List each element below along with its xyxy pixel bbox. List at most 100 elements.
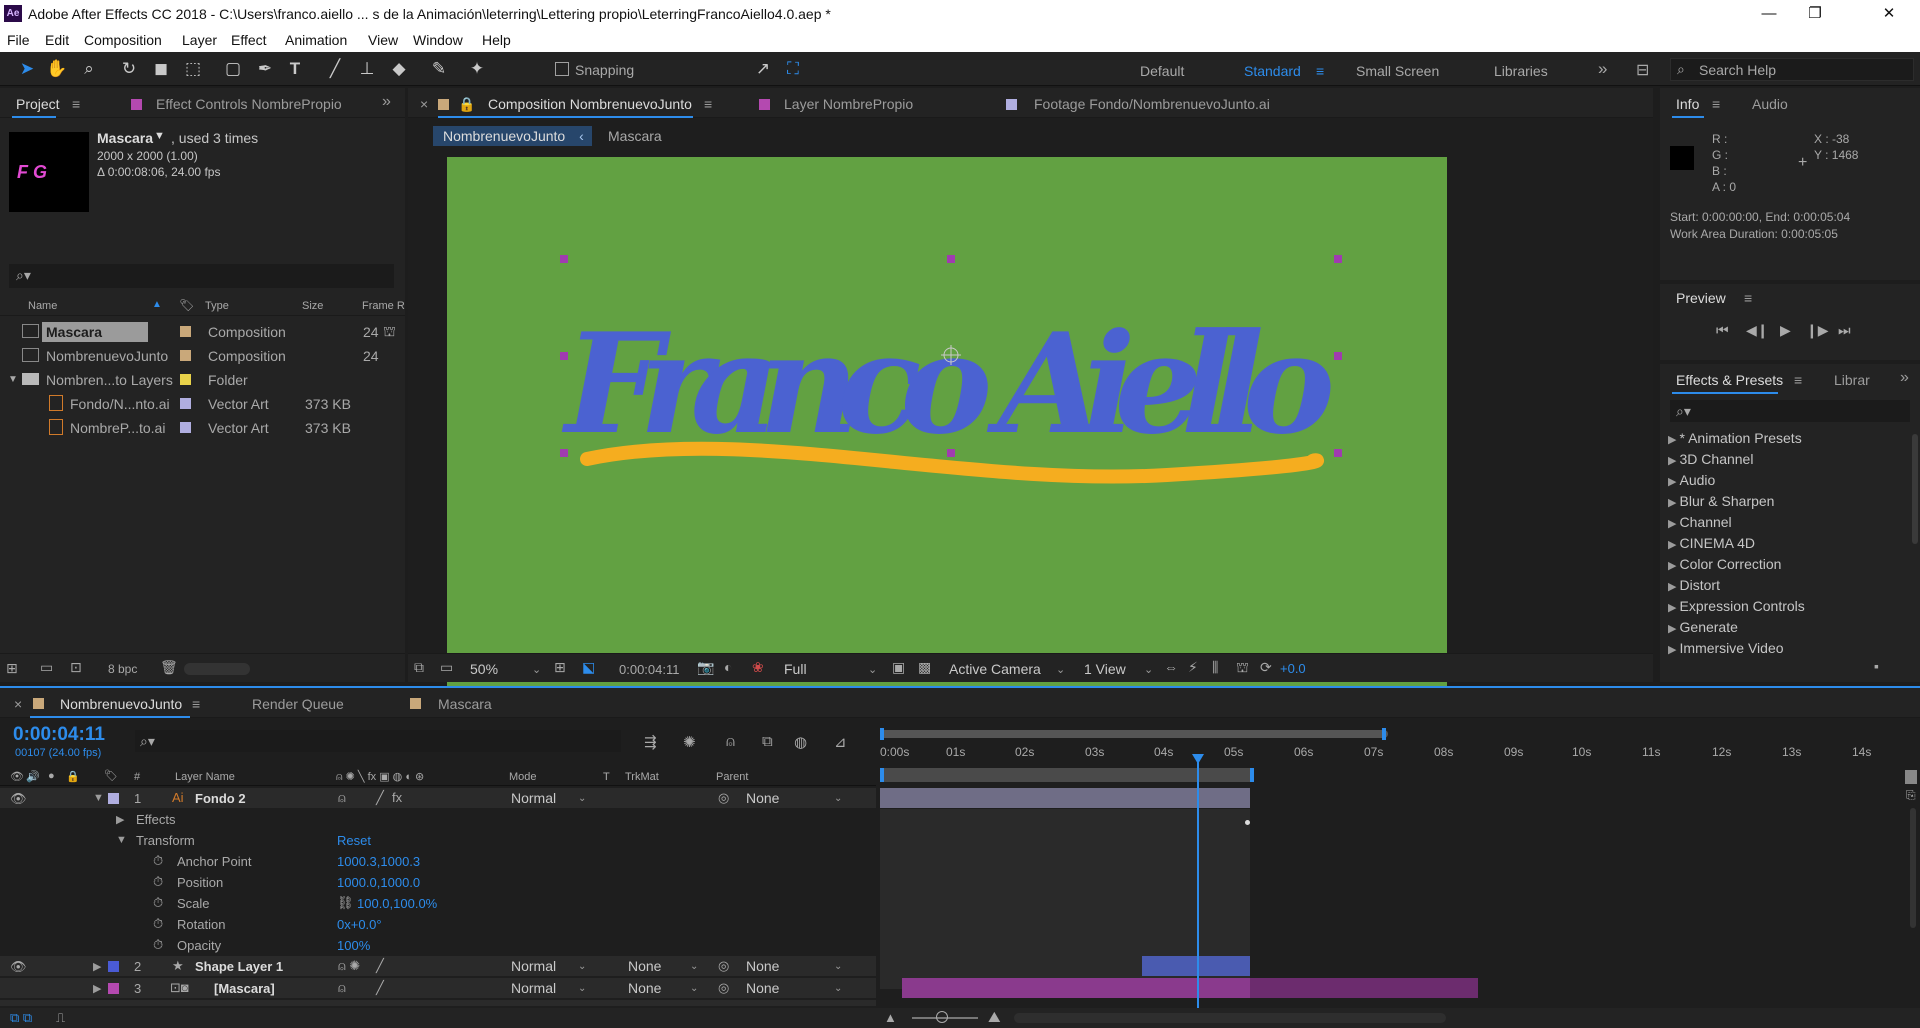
effects-category[interactable]: ▶ Immersive Video (1668, 640, 1784, 656)
layer-trkmat-select[interactable]: None (628, 980, 661, 998)
workspace-edit-icon[interactable]: ⊟ (1636, 60, 1649, 80)
pickwhip-icon[interactable]: ◎ (718, 790, 729, 806)
menu-layer[interactable]: Layer (182, 32, 217, 48)
interpret-footage-icon[interactable]: ⊞ (6, 660, 18, 677)
menu-animation[interactable]: Animation (285, 32, 347, 48)
breadcrumb-item[interactable]: Mascara (608, 128, 662, 144)
transform-group-row[interactable]: ▼ Transform Reset (0, 830, 876, 850)
layer-label-swatch[interactable] (108, 793, 119, 804)
tab-effect-controls[interactable]: Effect Controls NombrePropio (156, 96, 342, 112)
transform-expand-icon[interactable]: ▼ (116, 834, 127, 846)
navigator-end-handle[interactable] (1382, 728, 1386, 740)
stopwatch-icon[interactable]: ⏱ (153, 916, 163, 932)
previous-frame-icon[interactable]: ◀❙ (1746, 322, 1769, 339)
parent-dropdown-icon[interactable]: ⌄ (834, 961, 842, 972)
workspace-standard[interactable]: Standard (1244, 63, 1301, 79)
transfer-controls-toggle-icon[interactable]: ⎍ (56, 1010, 65, 1026)
trkmat-dropdown-icon[interactable]: ⌄ (690, 961, 698, 972)
menu-file[interactable]: File (7, 32, 30, 48)
menu-effect[interactable]: Effect (231, 32, 267, 48)
comp-mini-flowchart-icon[interactable]: ⇶ (644, 733, 657, 751)
new-folder-icon[interactable]: ▭ (40, 659, 53, 676)
snap-options-icon[interactable]: ↗ (752, 58, 774, 80)
graph-editor-icon[interactable]: ⊿ (834, 733, 847, 751)
workspace-libraries[interactable]: Libraries (1494, 63, 1548, 79)
project-panel-menu-icon[interactable]: ≡ (72, 96, 80, 112)
breadcrumb-active[interactable]: NombrenuevoJunto ‹ (433, 126, 592, 146)
workspace-menu-icon[interactable]: ≡ (1316, 63, 1324, 79)
property-value[interactable]: 1000.0,1000.0 (337, 875, 420, 890)
layer-label-swatch[interactable] (108, 961, 119, 972)
layer-expand-icon[interactable]: ▶ (93, 960, 101, 973)
tab-project[interactable]: Project (16, 96, 60, 112)
project-scrollbar[interactable] (184, 663, 250, 675)
pan-behind-tool-icon[interactable]: ⬚ (182, 58, 204, 80)
type-tool-icon[interactable]: T (284, 58, 306, 80)
layer-name[interactable]: Shape Layer 1 (195, 959, 283, 974)
camera-tool-icon[interactable]: ◼ (150, 58, 172, 80)
snap-target-icon[interactable]: ⛶ (782, 58, 804, 80)
pen-tool-icon[interactable]: ✒ (254, 58, 276, 80)
navigator-start-handle[interactable] (880, 728, 884, 740)
column-type[interactable]: Type (205, 300, 229, 312)
always-preview-icon[interactable]: ⧉ (414, 659, 424, 676)
layer-mode-select[interactable]: Normal (511, 958, 556, 976)
zoom-in-icon[interactable]: ⛰ (988, 1009, 1001, 1026)
tab-info[interactable]: Info (1676, 96, 1699, 112)
menu-composition[interactable]: Composition (84, 32, 162, 48)
menu-edit[interactable]: Edit (45, 32, 69, 48)
view-layout-dropdown-icon[interactable]: ⌄ (1144, 663, 1153, 676)
project-item-row[interactable]: ▼ Nombren...to Layers Folder (0, 368, 405, 391)
tab-audio[interactable]: Audio (1752, 96, 1788, 112)
effects-switch-icon[interactable]: fx (392, 790, 402, 805)
folder-expand-icon[interactable]: ▼ (8, 374, 18, 385)
workspace-default[interactable]: Default (1140, 63, 1184, 79)
timeline-zoom-handle[interactable] (1905, 770, 1917, 784)
timeline-panel-menu-icon[interactable]: ≡ (192, 696, 200, 712)
new-bin-icon[interactable]: ▪ (1874, 658, 1879, 674)
visibility-icon[interactable]: 👁 (10, 959, 27, 975)
pickwhip-icon[interactable]: ◎ (718, 980, 729, 996)
layer-parent-select[interactable]: None (746, 790, 779, 808)
resolution-dropdown-icon[interactable]: ⌄ (868, 663, 877, 676)
snapshot-icon[interactable]: 📷 (697, 659, 714, 676)
layer-name-header[interactable]: Layer Name (175, 771, 235, 783)
workspace-small-screen[interactable]: Small Screen (1356, 63, 1439, 79)
visibility-icon[interactable]: 👁 (10, 791, 27, 807)
effects-overflow-icon[interactable]: » (1900, 369, 1909, 387)
layer-expand-icon[interactable]: ▼ (93, 792, 104, 804)
mode-dropdown-icon[interactable]: ⌄ (578, 961, 586, 972)
effects-category[interactable]: ▶ Expression Controls (1668, 598, 1805, 614)
minimize-button[interactable]: — (1746, 2, 1792, 26)
mode-dropdown-icon[interactable]: ⌄ (578, 793, 586, 804)
viewer-panel-menu-icon[interactable]: ≡ (704, 96, 712, 112)
lock-icon[interactable]: 🔒 (458, 96, 475, 113)
playhead-line[interactable] (1197, 762, 1199, 1008)
effects-category[interactable]: ▶ Blur & Sharpen (1668, 493, 1774, 509)
layer-mode-select[interactable]: Normal (511, 790, 556, 808)
last-frame-icon[interactable]: ⏭ (1838, 322, 1851, 339)
layer-2-duration-bar[interactable] (1142, 956, 1250, 976)
shy-switch-icon[interactable]: ⍝ (338, 980, 346, 996)
bit-depth-button[interactable]: 8 bpc (108, 662, 137, 676)
effects-scrollbar[interactable] (1912, 434, 1918, 544)
layer-row[interactable]: ▶ 3 ⊡◙ [Mascara] ⍝ ╱ Normal ⌄ None ⌄ ◎ N… (0, 978, 876, 998)
show-snapshot-icon[interactable]: ◐ (724, 659, 732, 675)
property-value[interactable]: 1000.3,1000.3 (337, 854, 420, 869)
timeline-icon[interactable]: ⫼ (1212, 659, 1218, 676)
quality-switch-icon[interactable]: ╱ (376, 958, 384, 974)
effects-search-input[interactable] (1670, 400, 1910, 422)
search-help-input[interactable]: Search Help (1670, 58, 1914, 81)
region-of-interest-icon[interactable]: ▣ (892, 659, 905, 676)
mode-dropdown-icon[interactable]: ⌄ (578, 983, 586, 994)
work-area-end[interactable] (1250, 768, 1254, 782)
timeline-zoom-thumb[interactable] (936, 1011, 948, 1023)
label-column-icon[interactable]: 🏷 (179, 298, 194, 312)
quality-switch-icon[interactable]: ╱ (376, 790, 384, 806)
project-item-row[interactable]: NombreP...to.ai Vector Art 373 KB (0, 416, 405, 439)
tab-footage[interactable]: Footage Fondo/NombrenuevoJunto.ai (1034, 96, 1270, 112)
layer-mode-select[interactable]: Normal (511, 980, 556, 998)
frame-blending-icon[interactable]: ⧉ (762, 733, 773, 750)
exposure-value[interactable]: +0.0 (1280, 661, 1306, 676)
more-workspaces-icon[interactable]: » (1598, 59, 1607, 79)
